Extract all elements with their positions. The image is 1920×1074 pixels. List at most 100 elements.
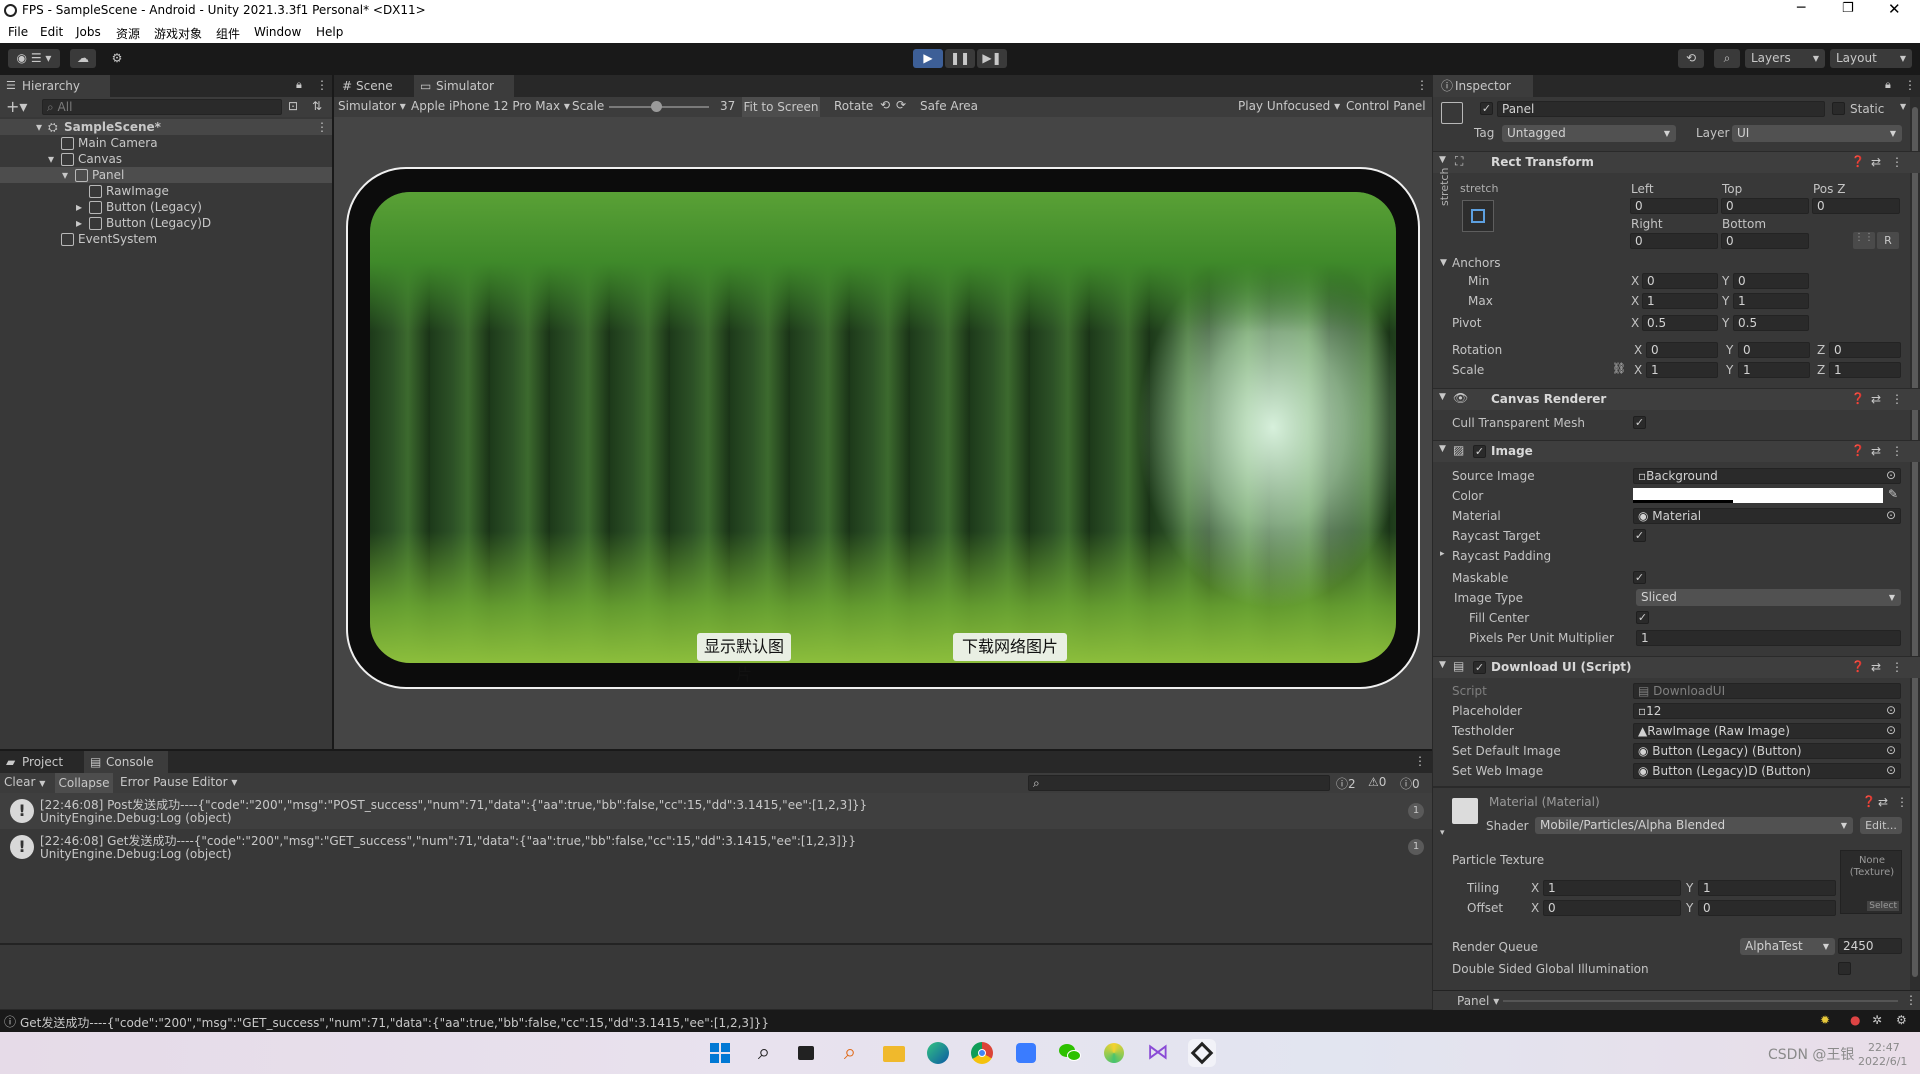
- download-ui-header[interactable]: ▼ ▤ ✓ Download UI (Script) ❓ ⇄ ⋮: [1433, 656, 1920, 678]
- tiling-x-input[interactable]: 1: [1543, 880, 1681, 896]
- foldout-icon[interactable]: ▸: [1440, 549, 1445, 559]
- maximize-icon[interactable]: ❐: [1842, 1, 1854, 16]
- posz-input[interactable]: 0: [1812, 198, 1900, 214]
- more-icon[interactable]: ⋮: [1905, 993, 1917, 1007]
- tab-project[interactable]: ▰ Project: [0, 751, 80, 773]
- rotate-left-icon[interactable]: ⟲: [880, 98, 890, 112]
- scrollbar-thumb[interactable]: [1912, 107, 1918, 977]
- error-pause-toggle[interactable]: Error Pause: [120, 775, 188, 789]
- minimize-icon[interactable]: ─: [1797, 0, 1805, 16]
- rotation-z-input[interactable]: 0: [1829, 342, 1901, 358]
- edge-browser-icon[interactable]: [924, 1039, 952, 1067]
- preset-icon[interactable]: ⇄: [1878, 795, 1888, 809]
- task-view-icon[interactable]: [792, 1039, 820, 1067]
- feishu-app-icon[interactable]: [1012, 1039, 1040, 1067]
- warning-count-toggle[interactable]: ⚠0: [1368, 775, 1386, 789]
- hierarchy-item-panel[interactable]: ▾ Panel: [0, 167, 332, 183]
- menu-file[interactable]: File: [8, 25, 28, 39]
- more-icon[interactable]: ⋮: [316, 119, 328, 135]
- pixels-per-unit-input[interactable]: 1: [1636, 630, 1901, 646]
- add-icon[interactable]: +▾: [6, 97, 27, 116]
- anchors-foldout-icon[interactable]: ▼: [1440, 258, 1447, 268]
- collapse-toggle[interactable]: Collapse: [55, 773, 113, 793]
- more-icon[interactable]: ⋮: [1891, 444, 1903, 458]
- visual-studio-icon[interactable]: ⋈: [1144, 1039, 1172, 1067]
- help-icon[interactable]: ❓: [1851, 155, 1865, 168]
- object-picker-icon[interactable]: ⊙: [1886, 468, 1896, 482]
- search-icon[interactable]: ⌕: [750, 1039, 778, 1067]
- render-queue-dropdown[interactable]: AlphaTest: [1740, 938, 1835, 955]
- console-search-input[interactable]: ⌕: [1028, 775, 1330, 791]
- more-icon[interactable]: ⋮: [1891, 660, 1903, 674]
- menu-edit[interactable]: Edit: [40, 25, 63, 39]
- object-picker-icon[interactable]: ⊙: [1886, 508, 1896, 522]
- image-type-dropdown[interactable]: Sliced: [1636, 589, 1901, 606]
- texture-select-button[interactable]: Select: [1867, 901, 1899, 911]
- static-checkbox[interactable]: [1832, 102, 1845, 115]
- object-picker-icon[interactable]: ⊙: [1886, 743, 1896, 757]
- console-entry[interactable]: ! [22:46:08] Post发送成功----{"code":"200","…: [0, 793, 1432, 829]
- menu-window[interactable]: Window: [254, 25, 301, 39]
- file-explorer-icon[interactable]: [880, 1039, 908, 1067]
- tiling-y-input[interactable]: 1: [1698, 880, 1836, 896]
- more-icon[interactable]: ⋮: [1904, 78, 1916, 92]
- anchor-min-y-input[interactable]: 0: [1733, 273, 1809, 289]
- top-input[interactable]: 0: [1721, 198, 1809, 214]
- clock-date[interactable]: 2022/6/1: [1858, 1055, 1907, 1068]
- bottom-input[interactable]: 0: [1721, 233, 1809, 249]
- more-icon[interactable]: ⋮: [1891, 392, 1903, 406]
- pivot-y-input[interactable]: 0.5: [1733, 315, 1809, 331]
- tag-dropdown[interactable]: Untagged: [1502, 125, 1676, 142]
- hierarchy-item-canvas[interactable]: ▾ Canvas: [0, 151, 332, 167]
- image-enabled-checkbox[interactable]: ✓: [1473, 445, 1486, 458]
- error-count-toggle[interactable]: ⓘ0: [1400, 775, 1420, 792]
- help-icon[interactable]: ❓: [1851, 392, 1865, 405]
- device-dropdown[interactable]: Apple iPhone 12 Pro Max ▾: [411, 99, 570, 113]
- source-image-field[interactable]: ▫Background: [1633, 468, 1901, 484]
- object-picker-icon[interactable]: ⊙: [1886, 703, 1896, 717]
- play-mode-dropdown[interactable]: Play Unfocused ▾: [1238, 99, 1340, 113]
- set-default-image-field[interactable]: ◉ Button (Legacy) (Button): [1633, 743, 1901, 759]
- static-dropdown-icon[interactable]: ▼: [1900, 102, 1906, 111]
- material-field[interactable]: ◉ Material: [1633, 508, 1901, 524]
- anchor-max-y-input[interactable]: 1: [1733, 293, 1809, 309]
- scale-y-input[interactable]: 1: [1738, 362, 1810, 378]
- active-checkbox[interactable]: ✓: [1480, 102, 1493, 115]
- object-picker-icon[interactable]: ⊙: [1886, 763, 1896, 777]
- tab-hierarchy[interactable]: Hierarchy: [0, 75, 110, 97]
- expand-icon[interactable]: ▾: [36, 119, 42, 135]
- pause-button[interactable]: ❚❚: [945, 49, 975, 68]
- download-web-image-button[interactable]: 下载网络图片: [953, 633, 1067, 661]
- double-sided-gi-checkbox[interactable]: [1838, 962, 1851, 975]
- collab-button[interactable]: ⚙: [106, 49, 128, 68]
- anchor-min-x-input[interactable]: 0: [1642, 273, 1718, 289]
- play-button[interactable]: ▶: [913, 49, 943, 68]
- preset-icon[interactable]: ⇄: [1871, 392, 1881, 406]
- wechat-icon[interactable]: [1056, 1039, 1084, 1067]
- offset-x-input[interactable]: 0: [1543, 900, 1681, 916]
- cull-transparent-mesh-checkbox[interactable]: ✓: [1633, 416, 1646, 429]
- foldout-icon[interactable]: ▾: [1440, 828, 1445, 838]
- help-icon[interactable]: ❓: [1862, 795, 1876, 808]
- menu-assets[interactable]: 资源: [116, 25, 140, 42]
- offset-y-input[interactable]: 0: [1698, 900, 1836, 916]
- settings-icon[interactable]: ⚙: [1896, 1013, 1907, 1027]
- history-icon[interactable]: ⟲: [1678, 49, 1704, 68]
- tab-scene[interactable]: # Scene: [334, 75, 412, 97]
- more-icon[interactable]: ⋮: [316, 78, 328, 92]
- canvas-renderer-header[interactable]: ▼ 👁︎ Canvas Renderer ❓ ⇄ ⋮: [1433, 388, 1920, 410]
- render-queue-input[interactable]: 2450: [1838, 938, 1902, 954]
- raw-edit-button[interactable]: R: [1877, 232, 1899, 249]
- lock-icon[interactable]: 🔒︎: [296, 78, 302, 92]
- scale-slider[interactable]: [609, 101, 709, 112]
- layers-dropdown[interactable]: Layers ▼: [1745, 49, 1825, 68]
- progress-icon[interactable]: ✹: [1820, 1013, 1830, 1027]
- tab-inspector[interactable]: ⓘ Inspector: [1433, 75, 1533, 97]
- green-app-icon[interactable]: [1100, 1039, 1128, 1067]
- console-entry[interactable]: ! [22:46:08] Get发送成功----{"code":"200","m…: [0, 829, 1432, 865]
- expand-icon[interactable]: ▸: [76, 199, 82, 215]
- more-icon[interactable]: ⋮: [1416, 78, 1428, 92]
- more-icon[interactable]: ⋮: [1896, 795, 1908, 809]
- show-default-image-button[interactable]: 显示默认图片: [697, 633, 791, 684]
- layout-dropdown[interactable]: Layout ▼: [1830, 49, 1912, 68]
